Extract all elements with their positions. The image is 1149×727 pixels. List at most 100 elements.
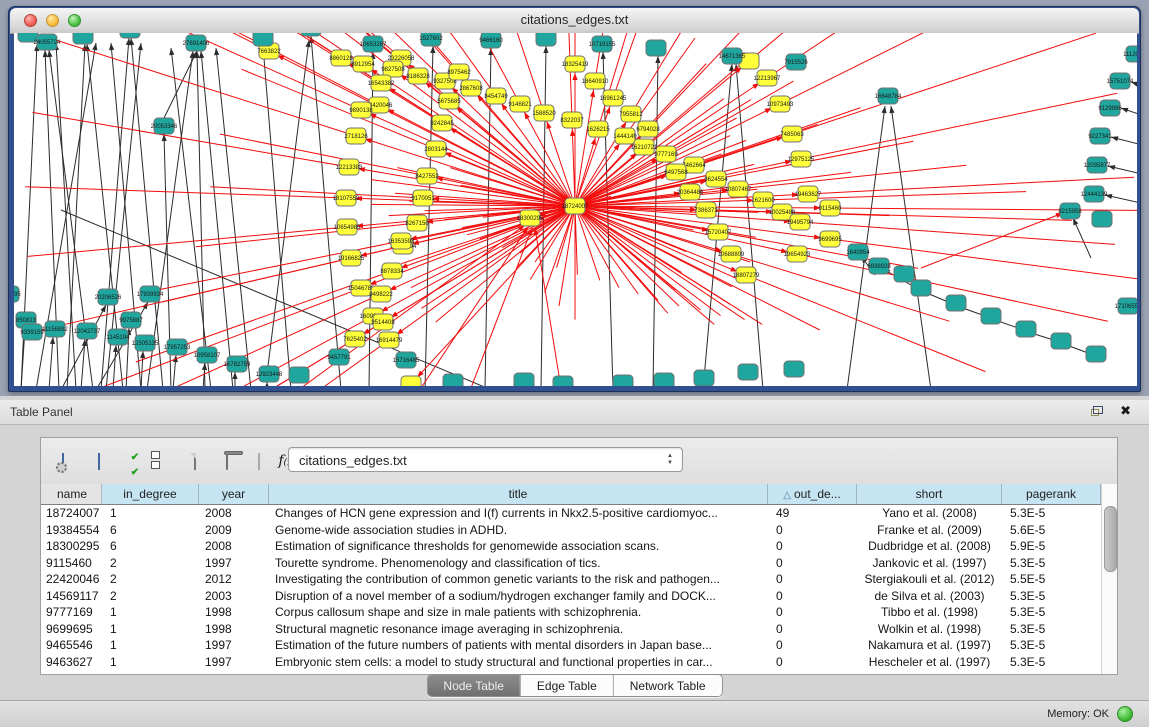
network-node[interactable]: 12444139 xyxy=(1081,186,1108,202)
network-node[interactable]: 9466160 xyxy=(479,33,503,48)
network-node[interactable]: 1588520 xyxy=(532,105,556,121)
network-node[interactable]: 6497568 xyxy=(664,164,688,180)
network-node[interactable]: 6938928 xyxy=(867,258,891,274)
network-node[interactable]: 7915526 xyxy=(784,54,808,70)
network-node[interactable]: 12042737 xyxy=(74,323,101,339)
network-node[interactable]: 16782759 xyxy=(224,356,251,372)
network-node[interactable]: 18300295 xyxy=(517,210,544,226)
table-row[interactable]: 969969511998Structural magnetic resonanc… xyxy=(41,621,1101,638)
network-node[interactable]: 8215958 xyxy=(1058,203,1082,219)
network-view-canvas[interactable]: 1872400718300295766382288601288912954232… xyxy=(14,33,1137,386)
network-node[interactable] xyxy=(911,280,931,296)
hub-network-node[interactable]: 18724007 xyxy=(562,198,589,214)
network-node[interactable]: 17957253 xyxy=(164,339,191,355)
table-row[interactable]: 911546021997Tourette syndrome. Phenomeno… xyxy=(41,555,1101,572)
network-node[interactable]: 12975125 xyxy=(788,151,815,167)
network-node[interactable]: 8454749 xyxy=(484,88,508,104)
network-node[interactable]: 7485063 xyxy=(780,126,804,142)
network-node[interactable]: 9227341 xyxy=(1088,128,1112,144)
network-node[interactable] xyxy=(289,367,309,383)
network-node[interactable]: 7955812 xyxy=(619,106,643,122)
network-node[interactable]: 16543382 xyxy=(368,75,395,91)
column-header-name[interactable]: name xyxy=(41,484,102,504)
network-node[interactable]: 9170051 xyxy=(411,190,435,206)
network-node[interactable]: 11156882 xyxy=(42,321,68,337)
network-node[interactable]: 12505135 xyxy=(132,335,159,351)
network-node[interactable] xyxy=(1086,346,1106,362)
network-node[interactable]: 2718126 xyxy=(344,128,368,144)
network-node[interactable]: 8427552 xyxy=(415,168,439,184)
network-node[interactable]: 8878334 xyxy=(380,263,404,279)
select-all-button[interactable]: ✔✔ xyxy=(121,448,149,474)
network-node[interactable]: 16648784 xyxy=(875,88,902,104)
network-node[interactable]: 12213383 xyxy=(336,159,363,175)
table-row[interactable]: 946554611997Estimation of the future num… xyxy=(41,637,1101,654)
network-node[interactable] xyxy=(613,375,633,386)
scrollbar-thumb[interactable] xyxy=(1104,506,1117,572)
network-node[interactable]: 7386372 xyxy=(694,202,718,218)
network-node[interactable]: 9115460 xyxy=(819,200,843,216)
network-node[interactable]: 15716485 xyxy=(393,352,420,368)
network-node[interactable]: 9129966 xyxy=(1098,100,1122,116)
network-node[interactable]: 8975462 xyxy=(447,64,471,80)
network-node[interactable]: 10807467 xyxy=(725,181,752,197)
network-node[interactable]: 10688809 xyxy=(718,246,745,262)
network-node[interactable]: 12035877 xyxy=(1084,157,1111,173)
network-node[interactable]: 8267150 xyxy=(405,215,429,231)
column-header-in_degree[interactable]: in_degree xyxy=(102,484,199,504)
network-node[interactable]: 8860128 xyxy=(329,50,353,66)
network-node[interactable] xyxy=(73,33,93,44)
network-node[interactable]: 17939934 xyxy=(137,286,164,302)
network-node[interactable] xyxy=(553,376,573,386)
network-node[interactable] xyxy=(694,370,714,386)
network-node[interactable] xyxy=(1092,211,1112,227)
network-node[interactable]: 1640954 xyxy=(846,244,870,260)
network-node[interactable]: 1527602 xyxy=(419,33,443,46)
network-node[interactable] xyxy=(253,33,273,46)
network-node[interactable]: 18107553 xyxy=(333,190,360,206)
network-node[interactable] xyxy=(536,33,556,46)
network-node[interactable]: 2803144 xyxy=(424,141,448,157)
table-vertical-scrollbar[interactable] xyxy=(1101,484,1117,674)
network-node[interactable]: 19463627 xyxy=(795,186,822,202)
network-node[interactable]: 17106554 xyxy=(1115,298,1137,314)
network-node[interactable]: 24055724 xyxy=(34,34,61,50)
table-selector-dropdown[interactable]: citations_edges.txt ▲▼ xyxy=(288,447,683,472)
network-node[interactable]: 10654985 xyxy=(334,219,361,235)
network-node[interactable]: 15720407 xyxy=(705,224,732,240)
tab-node-table[interactable]: Node Table xyxy=(427,675,520,696)
network-node[interactable] xyxy=(784,361,804,377)
network-node[interactable]: 9699695 xyxy=(818,231,842,247)
network-node[interactable]: 9975887 xyxy=(119,312,143,328)
table-row[interactable]: 1872400712008Changes of HCN gene express… xyxy=(41,505,1101,522)
table-settings-button[interactable] xyxy=(49,448,77,474)
network-node[interactable] xyxy=(894,266,914,282)
network-node[interactable]: 9777169 xyxy=(654,146,678,162)
network-node[interactable]: 16353593 xyxy=(388,233,415,249)
table-row[interactable]: 1938455462009Genome-wide association stu… xyxy=(41,522,1101,539)
network-node[interactable]: 1145194 xyxy=(107,329,131,345)
network-node[interactable]: 20053346 xyxy=(151,118,178,134)
network-node[interactable]: 20364486 xyxy=(677,184,704,200)
network-node[interactable]: 12923448 xyxy=(256,366,283,382)
network-node[interactable]: 9620895 xyxy=(14,286,21,302)
network-node[interactable]: 27691406 xyxy=(183,35,210,51)
column-header-short[interactable]: short xyxy=(857,484,1002,504)
clear-selection-button[interactable] xyxy=(151,448,179,474)
network-node[interactable]: 9146821 xyxy=(508,96,532,112)
network-node[interactable]: 14671365 xyxy=(719,48,746,64)
network-node[interactable] xyxy=(401,376,421,386)
network-node[interactable]: 10653287 xyxy=(360,36,387,52)
network-node[interactable]: 1626215 xyxy=(586,121,610,137)
network-node[interactable]: 6794028 xyxy=(636,121,660,137)
column-header-out_degree[interactable]: △out_de... xyxy=(768,484,857,504)
network-node[interactable]: 9457791 xyxy=(327,349,351,365)
create-column-button[interactable] xyxy=(181,448,209,474)
import-table-button[interactable] xyxy=(245,448,273,474)
network-node[interactable]: 11120998 xyxy=(1123,46,1137,62)
network-node[interactable] xyxy=(646,40,666,56)
network-node[interactable]: 10958107 xyxy=(194,347,221,363)
network-node[interactable] xyxy=(514,373,534,386)
column-header-title[interactable]: title xyxy=(269,484,768,504)
network-node[interactable]: 18807279 xyxy=(733,267,760,283)
